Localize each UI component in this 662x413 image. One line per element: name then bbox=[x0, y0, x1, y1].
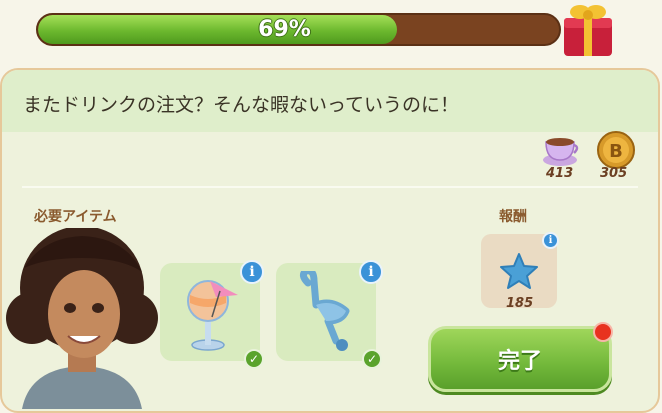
info-icon[interactable]: i bbox=[359, 260, 383, 284]
check-icon: ✓ bbox=[244, 349, 264, 369]
flamingo-stirrer-icon bbox=[299, 271, 350, 351]
progress-bar: 69% bbox=[36, 13, 561, 46]
dialog-text: またドリンクの注文？そんな暇ないっていうのに！ bbox=[23, 94, 460, 116]
gift-box-icon[interactable] bbox=[558, 0, 618, 58]
coin-count: 305 bbox=[600, 166, 628, 181]
cocktail-glass-icon bbox=[187, 280, 238, 351]
check-icon: ✓ bbox=[362, 349, 382, 369]
coin-icon: B bbox=[597, 131, 635, 169]
svg-text:B: B bbox=[609, 141, 623, 162]
blue-star-icon bbox=[500, 253, 538, 289]
customer-character bbox=[6, 228, 158, 409]
teacup-icon bbox=[543, 138, 579, 166]
info-icon[interactable]: i bbox=[542, 232, 559, 249]
progress-label: 69% bbox=[258, 17, 311, 42]
required-item-slot-flamingo[interactable]: i ✓ bbox=[276, 260, 383, 369]
required-item-slot-drink[interactable]: i ✓ bbox=[160, 260, 264, 369]
complete-button[interactable]: 完了 bbox=[428, 326, 612, 392]
divider bbox=[22, 186, 638, 188]
required-items-label: 必要アイテム bbox=[34, 209, 117, 225]
dialog-bubble: またドリンクの注文？そんな暇ないっていうのに！ bbox=[2, 70, 658, 132]
reward-amount: 185 bbox=[506, 296, 534, 311]
reward-label: 報酬 bbox=[499, 209, 527, 225]
info-icon[interactable]: i bbox=[240, 260, 264, 284]
notification-badge bbox=[593, 322, 613, 342]
teacup-count: 413 bbox=[546, 166, 574, 181]
